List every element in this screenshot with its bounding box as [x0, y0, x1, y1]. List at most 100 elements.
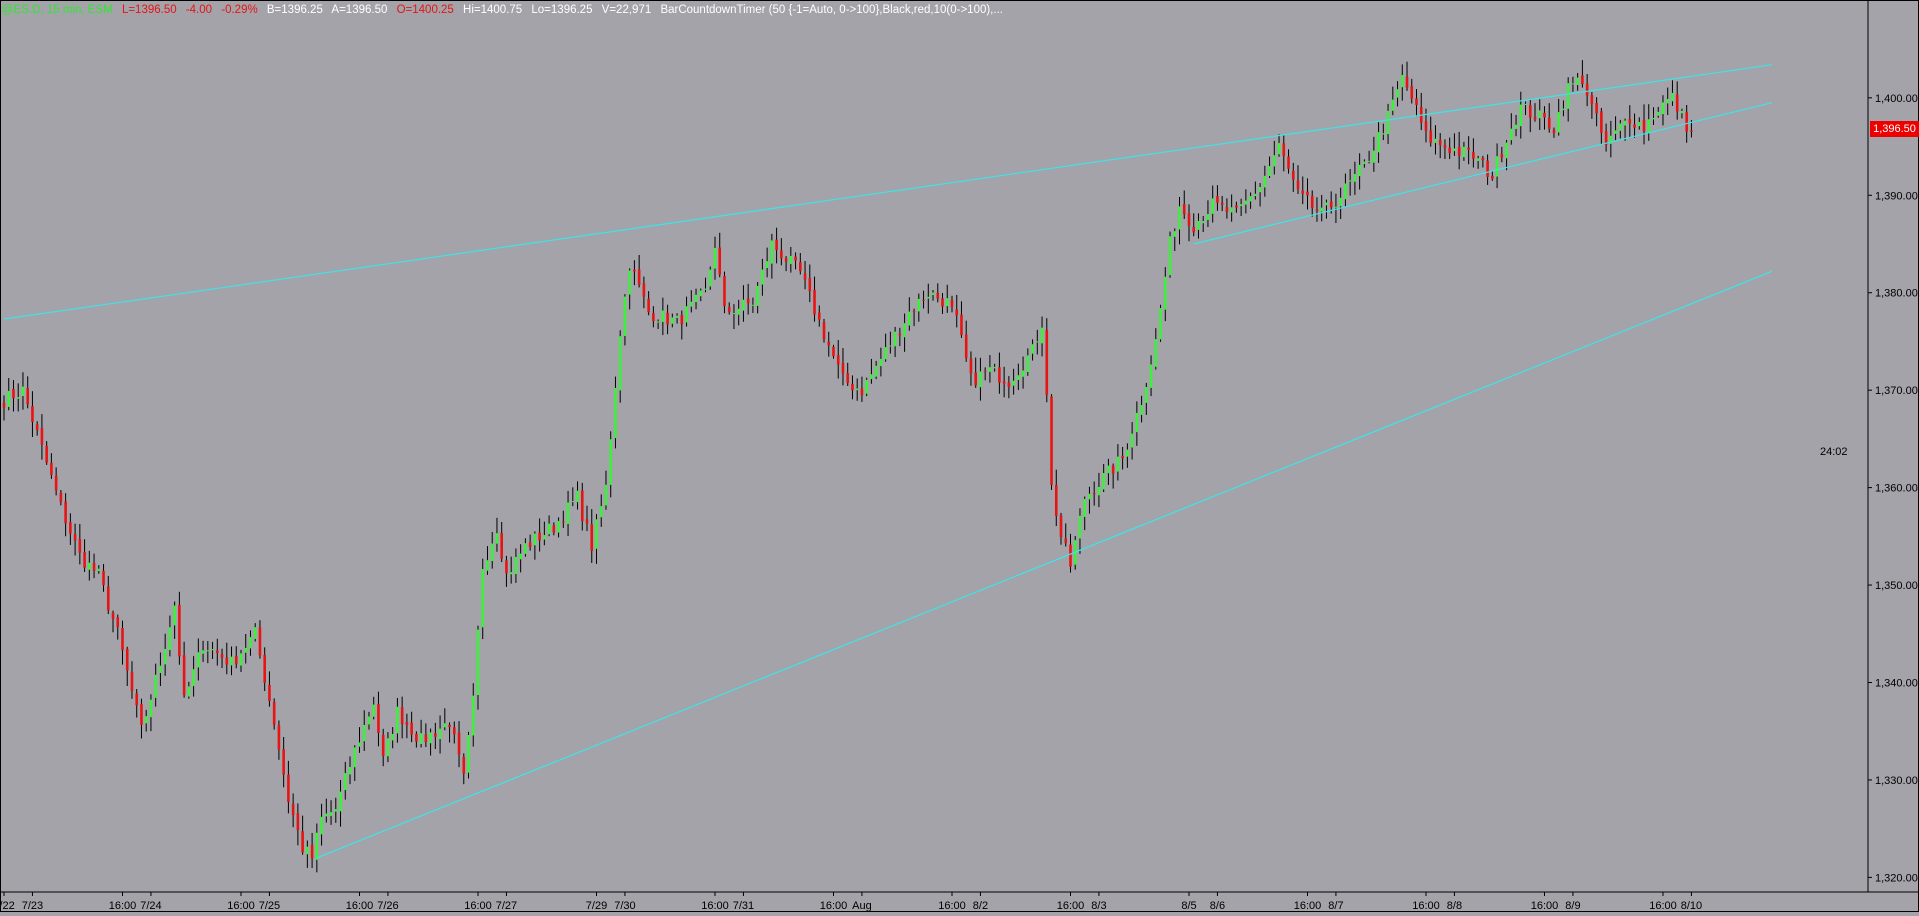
candle	[1562, 100, 1565, 117]
candle-body	[1163, 276, 1167, 310]
price-chart[interactable]: 1,400.00 1,390.00 1,380.00 1,370.00 1,360.00…	[0, 0, 1919, 912]
net-change-readout: -4.00	[185, 4, 213, 16]
candle	[334, 797, 338, 823]
candle-body	[1050, 396, 1053, 485]
candle	[73, 523, 77, 556]
candle	[633, 260, 636, 286]
candle	[1036, 329, 1039, 355]
candle	[1429, 116, 1433, 147]
candle-body	[315, 832, 319, 860]
x-tick-label: 7/30	[614, 900, 635, 912]
candle-body	[372, 704, 376, 717]
candle	[817, 305, 821, 327]
candle-body	[35, 424, 39, 431]
candle-body	[656, 321, 660, 323]
candle	[1277, 134, 1281, 157]
candle	[83, 539, 86, 572]
x-tick-label: 7/23	[22, 900, 43, 912]
candle	[1514, 114, 1518, 137]
candle-body	[220, 654, 224, 658]
candle	[983, 367, 987, 381]
candle	[893, 326, 897, 357]
candle	[1315, 197, 1319, 222]
candle-body	[1040, 327, 1044, 344]
candle-body	[1154, 339, 1158, 367]
candle-body	[1201, 221, 1205, 224]
candle	[1633, 113, 1636, 138]
candle	[813, 276, 816, 322]
open-readout: O=1400.25	[396, 4, 454, 16]
candle	[310, 832, 314, 868]
candle	[623, 294, 627, 346]
candle	[277, 720, 281, 760]
candle-body	[576, 490, 579, 503]
candle-body	[514, 556, 518, 574]
candle	[329, 800, 333, 825]
candle	[1064, 523, 1068, 547]
candle-body	[334, 809, 338, 812]
candle-body	[268, 684, 271, 702]
candle	[230, 646, 233, 676]
candle	[1007, 376, 1011, 399]
candle	[348, 756, 352, 785]
candle	[1130, 422, 1134, 460]
candle-body	[1059, 515, 1063, 538]
candle-body	[282, 749, 285, 775]
candle	[642, 276, 646, 309]
candle-body	[794, 256, 797, 261]
y-tick-label: 1,340.00	[1875, 677, 1918, 689]
candle	[1187, 204, 1191, 242]
candle	[1225, 198, 1229, 219]
y-tick-label: 1,380.00	[1875, 288, 1918, 300]
candle-body	[272, 701, 276, 725]
candle-body	[1405, 76, 1409, 88]
candle-body	[1443, 145, 1447, 149]
candle	[291, 793, 295, 828]
candle-body	[40, 427, 44, 445]
candle	[704, 277, 707, 293]
candle-body	[1533, 117, 1537, 120]
candle-body	[1083, 498, 1087, 517]
candle-body	[1514, 124, 1518, 129]
candle-body	[1235, 205, 1238, 208]
candle	[841, 348, 845, 386]
candle	[1652, 107, 1655, 125]
candle-body	[31, 406, 34, 423]
candle-body	[1140, 405, 1143, 415]
candle	[756, 281, 759, 314]
candle	[1002, 366, 1006, 398]
candle-body	[552, 525, 556, 533]
candle	[1500, 146, 1504, 163]
candle	[1472, 138, 1475, 168]
candle	[1287, 149, 1290, 174]
candle-body	[808, 278, 812, 292]
candle-body	[135, 693, 139, 706]
x-tick-label: 16:00	[820, 900, 848, 912]
last-price-readout: L=1396.50	[121, 4, 177, 16]
candle-body	[111, 612, 115, 619]
study-label[interactable]: BarCountdownTimer (50 {-1=Auto, 0->100},…	[660, 4, 1003, 16]
candle	[1111, 463, 1115, 489]
candle-body	[495, 533, 499, 544]
candle-body	[230, 656, 233, 666]
candle	[268, 671, 271, 707]
candle	[173, 601, 176, 639]
candle-body	[1007, 382, 1011, 387]
candle-body	[851, 383, 854, 391]
trendlines-layer	[3, 64, 1773, 859]
candle	[1581, 60, 1584, 88]
candle-body	[1410, 86, 1414, 99]
candle-body	[12, 388, 15, 399]
candle-body	[1372, 150, 1376, 163]
candle-body	[817, 312, 821, 320]
candle-body	[1424, 121, 1428, 131]
candle-body	[1400, 75, 1404, 88]
candle-body	[1344, 183, 1347, 200]
candle	[1083, 496, 1087, 531]
candle-body	[490, 543, 494, 561]
candle	[723, 271, 726, 314]
candle	[438, 715, 442, 754]
candle	[865, 377, 868, 397]
candle	[955, 294, 959, 328]
candle	[699, 288, 703, 302]
